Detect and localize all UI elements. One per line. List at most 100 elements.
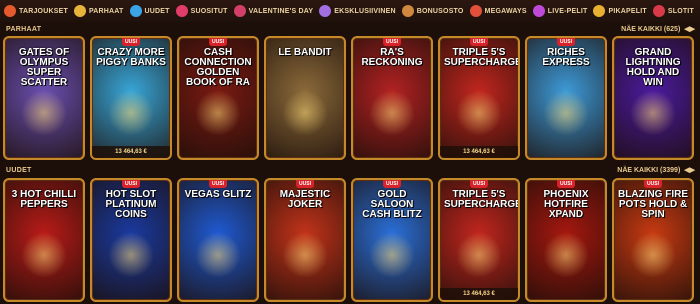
lightning-icon xyxy=(593,5,606,17)
bag-icon xyxy=(401,5,414,17)
new-badge: UUSI xyxy=(557,180,575,188)
game-artwork xyxy=(456,232,502,278)
game-title: LE BANDIT xyxy=(278,47,332,58)
game-title: BLAZING FIRE POTS HOLD & SPIN xyxy=(618,189,688,220)
nav-item-label: PIKAPELIT xyxy=(608,7,647,15)
game-card[interactable]: 3 HOT CHILLI PEPPERS xyxy=(3,178,85,302)
game-card[interactable]: MAJESTIC JOKER UUSI xyxy=(264,178,346,302)
nav-item[interactable]: SUOSITUT xyxy=(175,5,228,17)
game-artwork xyxy=(543,232,589,278)
game-card[interactable]: CRAZY MORE PIGGY BANKS UUSI 13 464,63 € xyxy=(90,36,172,160)
nav-item-label: BONUSOSTO xyxy=(416,7,464,15)
game-artwork xyxy=(195,232,241,278)
game-card[interactable]: CASH CONNECTION GOLDEN BOOK OF RA UUSI xyxy=(177,36,259,160)
nav-item[interactable]: MEGAWAYS xyxy=(469,5,527,17)
slot-icon xyxy=(469,5,482,17)
game-title: MAJESTIC JOKER xyxy=(279,189,331,210)
new-badge: UUSI xyxy=(209,38,227,46)
game-card[interactable]: BLAZING FIRE POTS HOLD & SPIN UUSI xyxy=(612,178,694,302)
new-badge: UUSI xyxy=(470,38,488,46)
see-all-label: NÄE KAIKKI (3399) xyxy=(617,167,681,174)
game-card[interactable]: VEGAS GLITZ UUSI xyxy=(177,178,259,302)
new-badge: UUSI xyxy=(383,180,401,188)
game-card[interactable]: GATES OF OLYMPUS SUPER SCATTER xyxy=(3,36,85,160)
star-icon xyxy=(73,5,86,17)
nav-item[interactable]: BONUSOSTO xyxy=(401,5,464,17)
game-artwork xyxy=(369,232,415,278)
game-artwork xyxy=(543,90,589,136)
section-title: UUDET xyxy=(6,166,32,174)
jackpot-amount: 13 464,63 € xyxy=(92,146,170,158)
nav-item-label: LIVE-PELIT xyxy=(547,7,588,15)
section-header-popular: PARHAAT NÄE KAIKKI (625) ◀ ▶ xyxy=(0,23,700,35)
nav-item-label: SUOSITUT xyxy=(190,7,228,15)
gift-icon xyxy=(4,5,16,17)
see-all-link[interactable]: NÄE KAIKKI (625) ◀ ▶ xyxy=(621,25,695,33)
game-title: 3 HOT CHILLI PEPPERS xyxy=(11,189,77,210)
nav-item[interactable]: PIKAPELIT xyxy=(593,5,647,17)
nav-item[interactable]: EKSKLUSIIVINEN xyxy=(319,5,396,17)
game-artwork xyxy=(282,90,328,136)
jackpot-amount: 13 464,63 € xyxy=(440,288,518,300)
see-all-link[interactable]: NÄE KAIKKI (3399) ◀ ▶ xyxy=(617,166,695,174)
game-card[interactable]: GRAND LIGHTNING HOLD AND WIN xyxy=(612,36,694,160)
game-card[interactable]: HOT SLOT PLATINUM COINS UUSI xyxy=(90,178,172,302)
new-badge: UUSI xyxy=(644,180,662,188)
nav-item[interactable]: PARHAAT xyxy=(73,5,124,17)
game-title: TRIPLE 5'S SUPERCHARGE xyxy=(444,47,520,68)
nav-item-label: EKSKLUSIIVINEN xyxy=(334,7,396,15)
nav-item[interactable]: SLOTIT xyxy=(652,5,694,17)
diamond-icon xyxy=(319,5,332,17)
game-title: VEGAS GLITZ xyxy=(184,189,252,200)
new-icon xyxy=(129,5,142,17)
nav-item[interactable]: VALENTINE'S DAY xyxy=(233,5,314,17)
game-card[interactable]: RICHES EXPRESS UUSI xyxy=(525,36,607,160)
nav-item-label: SLOTIT xyxy=(667,7,694,15)
nav-item-label: MEGAWAYS xyxy=(484,7,527,15)
game-artwork xyxy=(21,232,67,278)
new-badge: UUSI xyxy=(470,180,488,188)
heart-icon xyxy=(175,5,188,17)
cherry-icon xyxy=(652,5,665,17)
game-title: TRIPLE 5'S SUPERCHARGE xyxy=(444,189,520,210)
game-card[interactable]: PHOENIX HOTFIRE XPAND UUSI xyxy=(525,178,607,302)
nav-item[interactable]: UUDET xyxy=(129,5,170,17)
nav-item-label: UUDET xyxy=(144,7,170,15)
game-title: GRAND LIGHTNING HOLD AND WIN xyxy=(625,47,681,88)
game-artwork xyxy=(282,232,328,278)
game-card[interactable]: LE BANDIT xyxy=(264,36,346,160)
nav-item-label: VALENTINE'S DAY xyxy=(248,7,314,15)
nav-item[interactable]: LIVE-PELIT xyxy=(532,5,588,17)
new-badge: UUSI xyxy=(122,180,140,188)
new-badge: UUSI xyxy=(122,38,140,46)
new-badge: UUSI xyxy=(296,180,314,188)
category-nav: TARJOUKSET PARHAAT UUDET SUOSITUT VALENTINE'… xyxy=(0,0,700,22)
game-card[interactable]: TRIPLE 5'S SUPERCHARGE UUSI 13 464,63 € xyxy=(438,36,520,160)
game-artwork xyxy=(630,90,676,136)
section-title: PARHAAT xyxy=(6,25,42,33)
nav-item[interactable]: TARJOUKSET xyxy=(4,5,68,17)
game-title: PHOENIX HOTFIRE XPAND xyxy=(543,189,589,220)
section-header-new: UUDET NÄE KAIKKI (3399) ◀ ▶ xyxy=(0,164,700,176)
game-artwork xyxy=(630,232,676,278)
arrows-icon[interactable]: ◀ ▶ xyxy=(684,167,695,174)
game-artwork xyxy=(195,90,241,136)
new-badge: UUSI xyxy=(557,38,575,46)
jackpot-amount: 13 464,63 € xyxy=(440,146,518,158)
game-title: HOT SLOT PLATINUM COINS xyxy=(105,189,157,220)
game-artwork xyxy=(456,90,502,136)
game-title: RICHES EXPRESS xyxy=(542,47,590,68)
game-row-popular: GATES OF OLYMPUS SUPER SCATTER CRAZY MORE… xyxy=(3,36,694,160)
game-artwork xyxy=(21,90,67,136)
see-all-label: NÄE KAIKKI (625) xyxy=(621,26,681,33)
game-card[interactable]: GOLD SALOON CASH BLITZ UUSI xyxy=(351,178,433,302)
game-title: RA'S RECKONING xyxy=(361,47,423,68)
game-artwork xyxy=(369,90,415,136)
rose-icon xyxy=(233,5,246,17)
game-card[interactable]: RA'S RECKONING UUSI xyxy=(351,36,433,160)
nav-item-label: PARHAAT xyxy=(88,7,124,15)
game-row-new: 3 HOT CHILLI PEPPERS HOT SLOT PLATINUM CO… xyxy=(3,178,694,302)
game-title: CRAZY MORE PIGGY BANKS xyxy=(96,47,166,68)
game-card[interactable]: TRIPLE 5'S SUPERCHARGE UUSI 13 464,63 € xyxy=(438,178,520,302)
arrows-icon[interactable]: ◀ ▶ xyxy=(684,26,695,33)
